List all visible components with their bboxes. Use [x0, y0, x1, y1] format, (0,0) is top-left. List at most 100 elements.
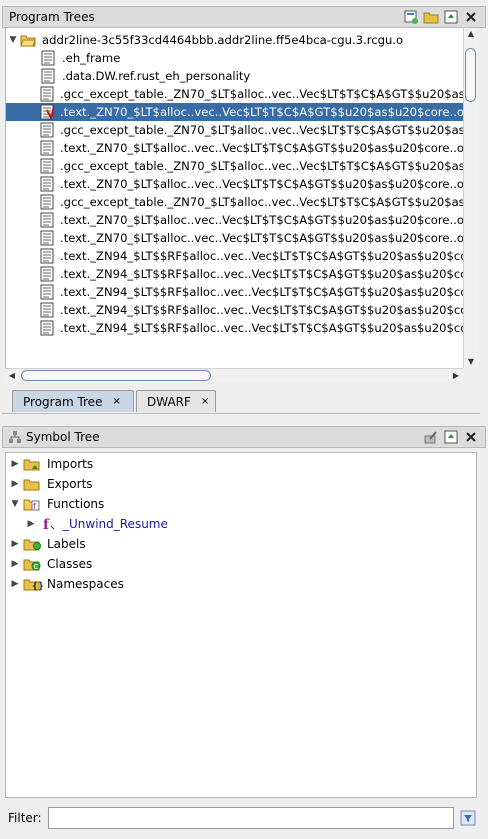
imports-folder-icon — [23, 456, 43, 472]
tree-fragment-node[interactable]: .text._ZN94_$LT$$RF$alloc..vec..Vec$LT$T… — [6, 301, 463, 319]
scroll-down-arrow-icon[interactable]: ▼ — [464, 356, 478, 368]
expand-arrow-icon[interactable]: ▶ — [9, 539, 21, 549]
symbol-node-imports[interactable]: ▶ Imports — [9, 454, 94, 474]
expand-arrow-icon[interactable]: ▶ — [25, 519, 37, 529]
symbol-node-label: Labels — [47, 537, 86, 551]
exports-folder-icon — [23, 476, 43, 492]
function-link-label[interactable]: _Unwind_Resume — [63, 517, 168, 531]
fragment-label: .text._ZN70_$LT$alloc..vec..Vec$LT$T$C$A… — [60, 177, 463, 191]
close-tab-icon[interactable]: × — [112, 396, 120, 407]
tree-fragment-node[interactable]: .text._ZN94_$LT$$RF$alloc..vec..Vec$LT$T… — [6, 247, 463, 265]
tab-dwarf-label: DWARF — [147, 394, 191, 409]
function-icon: f — [39, 516, 59, 532]
tree-fragment-node[interactable]: .text._ZN70_$LT$alloc..vec..Vec$LT$T$C$A… — [6, 211, 463, 229]
open-folder-icon[interactable] — [423, 9, 439, 25]
svg-text:C: C — [34, 563, 39, 571]
symbol-tree-view[interactable]: ▶ Imports ▶ Exports ▼ f Functions ▶ f _U… — [5, 452, 477, 798]
symbol-node-functions[interactable]: ▼ f Functions — [9, 494, 105, 514]
svg-text:f: f — [33, 502, 36, 511]
fragment-label: .text._ZN94_$LT$$RF$alloc..vec..Vec$LT$T… — [60, 285, 463, 299]
tree-fragment-node[interactable]: .text._ZN94_$LT$$RF$alloc..vec..Vec$LT$T… — [6, 319, 463, 337]
classes-folder-icon: C — [23, 556, 43, 572]
filter-label: Filter: — [8, 811, 42, 825]
tab-program-tree[interactable]: Program Tree × — [12, 390, 134, 412]
fragment-document-icon — [40, 140, 54, 156]
fragment-document-icon — [40, 194, 54, 210]
fragment-label: .data.DW.ref.rust_eh_personality — [62, 69, 251, 83]
fragment-document-icon — [40, 320, 54, 336]
tree-fragment-node[interactable]: .text._ZN70_$LT$alloc..vec..Vec$LT$T$C$A… — [6, 229, 463, 247]
fragment-label: .eh_frame — [62, 51, 121, 65]
symbol-node-unwind-resume[interactable]: ▶ f _Unwind_Resume — [25, 514, 168, 534]
tree-fragment-node[interactable]: .gcc_except_table._ZN70_$LT$alloc..vec..… — [6, 121, 463, 139]
filter-bar: Filter: — [2, 802, 482, 834]
fragment-label: .text._ZN70_$LT$alloc..vec..Vec$LT$T$C$A… — [60, 105, 463, 119]
symbol-tree-icon — [3, 430, 22, 444]
expand-arrow-icon[interactable]: ▶ — [9, 459, 21, 469]
svg-text:{}: {} — [32, 581, 43, 591]
symbol-node-label: Classes — [47, 557, 93, 571]
fragment-document-icon — [40, 158, 54, 174]
tree-fragment-node[interactable]: .text._ZN94_$LT$$RF$alloc..vec..Vec$LT$T… — [6, 265, 463, 283]
fragment-label: .text._ZN94_$LT$$RF$alloc..vec..Vec$LT$T… — [60, 267, 463, 281]
program-trees-title: Program Trees — [9, 10, 95, 24]
fragment-document-icon — [40, 122, 54, 138]
program-tree-horizontal-scrollbar[interactable]: ◀ ▶ — [5, 368, 463, 382]
scroll-up-arrow-icon[interactable]: ▲ — [464, 28, 478, 40]
tree-fragment-node[interactable]: .data.DW.ref.rust_eh_personality — [6, 67, 463, 85]
close-panel-icon[interactable] — [463, 429, 479, 445]
scroll-right-arrow-icon[interactable]: ▶ — [449, 370, 463, 382]
tree-fragment-node[interactable]: .text._ZN70_$LT$alloc..vec..Vec$LT$T$C$A… — [6, 175, 463, 193]
vertical-scroll-thumb[interactable] — [465, 48, 476, 102]
filter-options-icon[interactable] — [460, 810, 476, 826]
root-module-label: addr2line-3c55f33cd4464bbb.addr2line.ff5… — [42, 33, 404, 47]
symbol-node-label: Exports — [47, 477, 93, 491]
program-tree-tabs: Program Tree × DWARF × — [2, 386, 480, 414]
tree-fragment-node[interactable]: .gcc_except_table._ZN70_$LT$alloc..vec..… — [6, 193, 463, 211]
symbol-tree-header: Symbol Tree — [2, 426, 486, 448]
tree-fragment-node[interactable]: .gcc_except_table._ZN70_$LT$alloc..vec..… — [6, 157, 463, 175]
close-tab-icon[interactable]: × — [201, 396, 209, 407]
fragment-label: .gcc_except_table._ZN70_$LT$alloc..vec..… — [60, 87, 463, 101]
collapse-arrow-icon[interactable]: ▼ — [9, 499, 21, 509]
fragment-label: .gcc_except_table._ZN70_$LT$alloc..vec..… — [60, 195, 463, 209]
tree-root-node[interactable]: ▼ addr2line-3c55f33cd4464bbb.addr2line.f… — [6, 31, 463, 49]
fragment-label: .gcc_except_table._ZN70_$LT$alloc..vec..… — [60, 123, 463, 137]
open-folder-icon — [20, 32, 36, 48]
symbol-node-namespaces[interactable]: ▶ {} Namespaces — [9, 574, 124, 594]
horizontal-scroll-thumb[interactable] — [21, 370, 211, 381]
tree-fragment-node[interactable]: .text._ZN70_$LT$alloc..vec..Vec$LT$T$C$A… — [6, 103, 463, 121]
open-tree-view-icon[interactable] — [403, 9, 419, 25]
snapshot-icon[interactable] — [443, 9, 459, 25]
fragment-document-icon — [40, 248, 54, 264]
tree-fragment-node[interactable]: .eh_frame — [6, 49, 463, 67]
snapshot-icon[interactable] — [443, 429, 459, 445]
collapse-arrow-icon[interactable]: ▼ — [6, 35, 20, 45]
tree-fragment-node[interactable]: .text._ZN70_$LT$alloc..vec..Vec$LT$T$C$A… — [6, 139, 463, 157]
program-tree-vertical-scrollbar[interactable]: ▲ ▼ — [463, 28, 477, 368]
tab-dwarf[interactable]: DWARF × — [136, 390, 216, 412]
fragment-label: .text._ZN94_$LT$$RF$alloc..vec..Vec$LT$T… — [60, 249, 463, 263]
fragment-label: .text._ZN94_$LT$$RF$alloc..vec..Vec$LT$T… — [60, 303, 463, 317]
fragment-document-icon — [40, 104, 55, 120]
fragment-label: .text._ZN70_$LT$alloc..vec..Vec$LT$T$C$A… — [60, 141, 463, 155]
svg-text:f: f — [43, 517, 50, 532]
tree-fragment-node[interactable]: .gcc_except_table._ZN70_$LT$alloc..vec..… — [6, 85, 463, 103]
scroll-left-arrow-icon[interactable]: ◀ — [5, 370, 19, 382]
fragment-document-icon — [40, 266, 54, 282]
symbol-node-exports[interactable]: ▶ Exports — [9, 474, 93, 494]
fragment-document-icon — [40, 284, 54, 300]
fragment-label: .text._ZN70_$LT$alloc..vec..Vec$LT$T$C$A… — [60, 213, 463, 227]
filter-input[interactable] — [47, 807, 454, 829]
close-panel-icon[interactable] — [463, 9, 479, 25]
symbol-node-labels[interactable]: ▶ Labels — [9, 534, 86, 554]
symbol-node-label: Functions — [47, 497, 105, 511]
expand-arrow-icon[interactable]: ▶ — [9, 559, 21, 569]
fragment-document-icon — [40, 176, 54, 192]
expand-arrow-icon[interactable]: ▶ — [9, 579, 21, 589]
edit-icon[interactable] — [423, 429, 439, 445]
symbol-node-classes[interactable]: ▶ C Classes — [9, 554, 93, 574]
program-tree-view[interactable]: ▼ addr2line-3c55f33cd4464bbb.addr2line.f… — [5, 28, 463, 368]
tree-fragment-node[interactable]: .text._ZN94_$LT$$RF$alloc..vec..Vec$LT$T… — [6, 283, 463, 301]
expand-arrow-icon[interactable]: ▶ — [9, 479, 21, 489]
